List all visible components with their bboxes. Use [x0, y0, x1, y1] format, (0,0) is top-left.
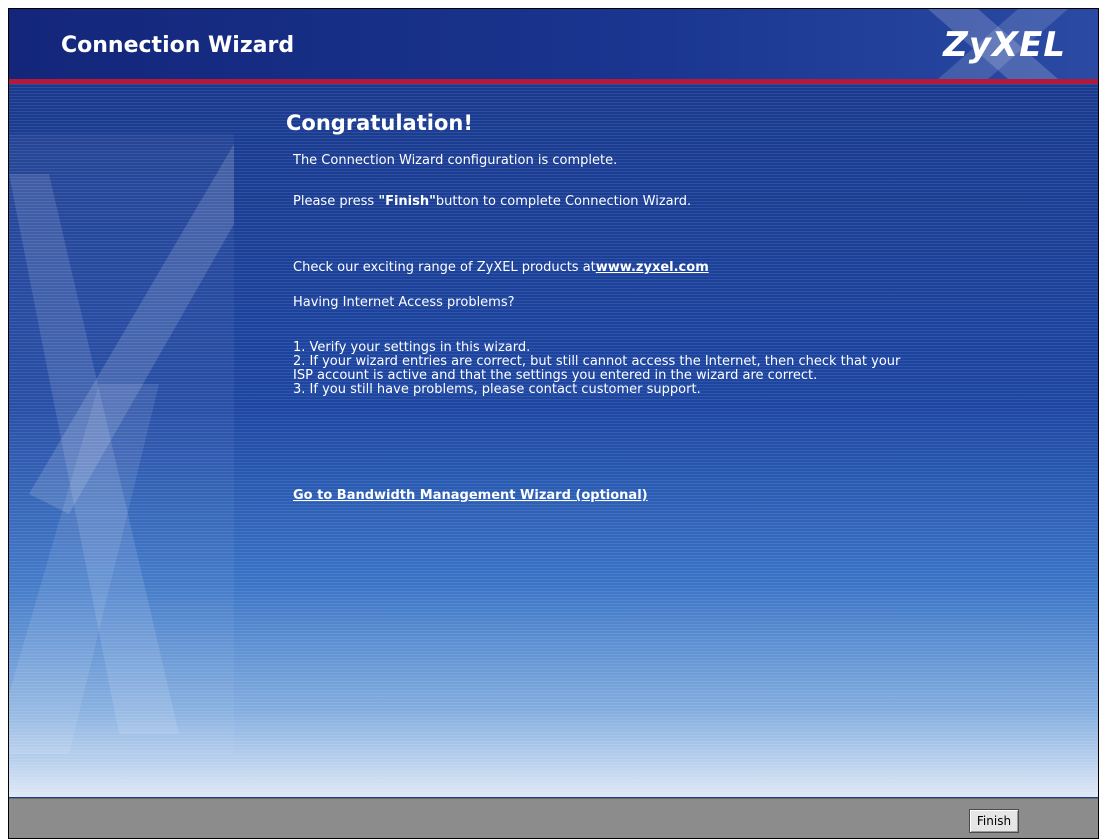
step-line: ISP account is active and that the setti…	[293, 368, 818, 383]
zyxel-website-link[interactable]: www.zyxel.com	[596, 260, 709, 275]
problems-title: Having Internet Access problems?	[293, 295, 515, 310]
wizard-window: Connection Wizard ZyXEL Congratulation! …	[8, 8, 1099, 839]
complete-message: The Connection Wizard configuration is c…	[293, 153, 618, 168]
finish-instruction-prefix: Please press	[293, 194, 379, 209]
step-line: 2. If your wizard entries are correct, b…	[293, 354, 901, 369]
finish-instruction: Please press "Finish"button to complete …	[293, 194, 691, 209]
step-line: 1. Verify your settings in this wizard.	[293, 340, 531, 355]
wizard-header: Connection Wizard ZyXEL	[9, 9, 1098, 79]
wizard-footer: Finish	[9, 798, 1098, 838]
page-heading: Congratulation!	[286, 111, 473, 135]
products-message: Check our exciting range of ZyXEL produc…	[293, 260, 709, 275]
troubleshooting-steps: 1. Verify your settings in this wizard. …	[293, 341, 900, 397]
zyxel-logo: ZyXEL	[943, 25, 1066, 65]
x-watermark-graphic	[9, 134, 234, 754]
bandwidth-link-row: Go to Bandwidth Management Wizard (optio…	[293, 488, 648, 503]
wizard-title: Connection Wizard	[61, 33, 295, 58]
content-area	[9, 84, 1098, 797]
finish-instruction-suffix: button to complete Connection Wizard.	[435, 194, 692, 209]
step-line: 3. If you still have problems, please co…	[293, 382, 701, 397]
bandwidth-wizard-link[interactable]: Go to Bandwidth Management Wizard (optio…	[293, 488, 648, 503]
finish-button[interactable]: Finish	[969, 809, 1019, 833]
finish-instruction-bold: "Finish"	[378, 194, 436, 209]
products-prefix: Check our exciting range of ZyXEL produc…	[293, 260, 596, 275]
